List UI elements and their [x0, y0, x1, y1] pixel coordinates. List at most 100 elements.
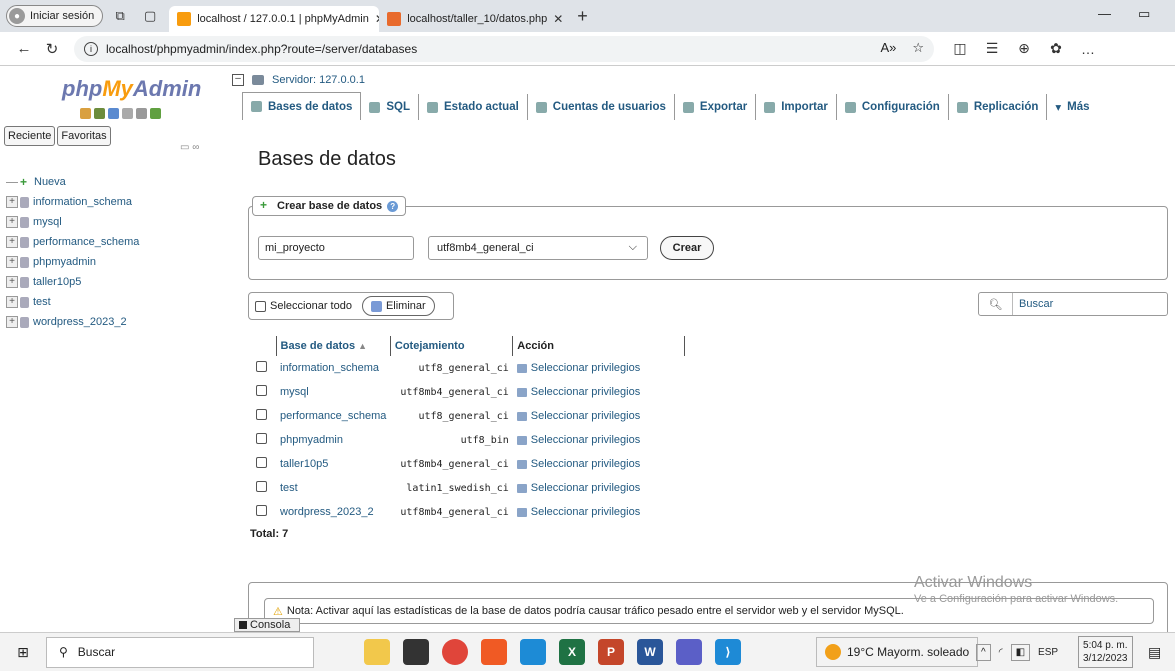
info-icon[interactable]: i [84, 41, 98, 56]
console-toggle[interactable]: Consola [234, 618, 300, 632]
wifi-icon[interactable]: ◜ [999, 647, 1003, 658]
more-icon[interactable]: … [1072, 41, 1104, 57]
favorites-button[interactable]: Favoritas [57, 126, 111, 146]
read-aloud-icon[interactable]: A» [880, 40, 896, 56]
tab-phpmyadmin[interactable]: localhost / 127.0.0.1 | phpMyAdmin ✕ [169, 6, 380, 32]
tab-more[interactable]: ▾ Más [1047, 94, 1097, 120]
privileges-link[interactable]: Seleccionar privilegios [513, 380, 685, 404]
close-tab-icon[interactable]: ✕ [553, 12, 563, 26]
new-tab-icon[interactable]: + [577, 6, 588, 27]
docs-icon[interactable] [122, 108, 133, 119]
chrome-icon[interactable] [442, 639, 468, 665]
tab-replication[interactable]: Replicación [949, 94, 1048, 120]
tab-sql[interactable]: SQL [361, 94, 420, 120]
excel-icon[interactable]: X [559, 639, 585, 665]
stats-note[interactable]: ⚠ Nota: Activar aquí las estadísticas de… [264, 598, 1154, 624]
notifications-icon[interactable]: ▤ [1148, 644, 1161, 661]
word-icon[interactable]: W [637, 639, 663, 665]
row-checkbox[interactable] [256, 457, 267, 468]
expand-icon[interactable]: + [6, 296, 18, 308]
collections-icon[interactable]: ⊕ [1008, 40, 1040, 57]
expand-icon[interactable]: + [6, 216, 18, 228]
language-indicator[interactable]: ESP [1038, 647, 1058, 658]
collapse-sidebar-icon[interactable]: – [232, 74, 244, 86]
row-checkbox[interactable] [256, 481, 267, 492]
tab-datos[interactable]: localhost/taller_10/datos.php ✕ [379, 6, 569, 32]
chevron-up-icon[interactable]: ^ [976, 643, 991, 661]
database-name-input[interactable]: mi_proyecto [258, 236, 414, 260]
phpmyadmin-logo[interactable]: phpMyAdmin [62, 76, 201, 102]
header-database[interactable]: Base de datos ▲ [275, 336, 391, 356]
clock[interactable]: 5:04 p. m. 3/12/2023 [1078, 636, 1133, 668]
tree-item-db[interactable]: + taller10p5 [6, 272, 139, 292]
create-button[interactable]: Crear [660, 236, 714, 260]
privileges-link[interactable]: Seleccionar privilegios [513, 404, 685, 428]
expand-icon[interactable]: + [6, 256, 18, 268]
select-all-checkbox[interactable] [255, 300, 266, 312]
edge-icon[interactable] [520, 639, 546, 665]
row-checkbox[interactable] [256, 385, 267, 396]
expand-icon[interactable]: + [6, 236, 18, 248]
tab-users[interactable]: Cuentas de usuarios [528, 94, 675, 120]
minimize-icon[interactable]: — [1098, 6, 1111, 21]
server-link[interactable]: Servidor: 127.0.0.1 [272, 74, 365, 86]
database-link[interactable]: information_schema [276, 356, 390, 380]
taskbar-search[interactable]: ⚲ Buscar [46, 636, 314, 668]
tab-settings[interactable]: Configuración [837, 94, 949, 120]
row-checkbox[interactable] [256, 361, 267, 372]
powerpoint-icon[interactable]: P [598, 639, 624, 665]
privileges-link[interactable]: Seleccionar privilegios [513, 476, 685, 500]
search-input[interactable]: Buscar [1013, 298, 1053, 310]
privileges-link[interactable]: Seleccionar privilegios [513, 428, 685, 452]
brave-icon[interactable] [481, 639, 507, 665]
privileges-link[interactable]: Seleccionar privilegios [513, 356, 685, 380]
reload-nav-icon[interactable] [150, 108, 161, 119]
privileges-link[interactable]: Seleccionar privilegios [513, 500, 685, 524]
tab-export[interactable]: Exportar [675, 94, 757, 120]
collections-icon[interactable]: ⧉ [107, 5, 133, 27]
restore-icon[interactable]: ▭ [1138, 6, 1150, 22]
recent-button[interactable]: Reciente [4, 126, 56, 146]
tree-item-db[interactable]: + performance_schema [6, 232, 139, 252]
teams-icon[interactable] [676, 639, 702, 665]
logout-icon[interactable] [94, 108, 105, 119]
privileges-link[interactable]: Seleccionar privilegios [513, 452, 685, 476]
select-all[interactable]: Seleccionar todo [255, 300, 352, 312]
database-link[interactable]: wordpress_2023_2 [276, 500, 390, 524]
filter-box[interactable]: 🔍︎ Buscar [978, 292, 1168, 316]
url-field[interactable]: i localhost/phpmyadmin/index.php?route=/… [74, 35, 934, 62]
tree-item-db[interactable]: + mysql [6, 212, 139, 232]
volume-icon[interactable]: ◧ [1010, 643, 1031, 661]
delete-button[interactable]: Eliminar [361, 296, 435, 316]
tree-item-new[interactable]: + Nueva [6, 172, 139, 192]
tab-status[interactable]: Estado actual [419, 94, 528, 120]
expand-icon[interactable]: + [6, 316, 18, 328]
tree-item-db[interactable]: + phpmyadmin [6, 252, 139, 272]
tab-import[interactable]: Importar [756, 94, 837, 120]
database-link[interactable]: test [276, 476, 390, 500]
tree-item-db[interactable]: + test [6, 292, 139, 312]
expand-icon[interactable]: + [6, 276, 18, 288]
reload-icon[interactable]: ↻ [38, 40, 66, 58]
tab-actions-icon[interactable]: ▢ [137, 5, 163, 27]
split-screen-icon[interactable]: ◫ [944, 40, 976, 57]
row-checkbox[interactable] [256, 505, 267, 516]
database-link[interactable]: taller10p5 [276, 452, 390, 476]
tree-item-db[interactable]: + information_schema [6, 192, 139, 212]
help-icon[interactable] [108, 108, 119, 119]
row-checkbox[interactable] [256, 433, 267, 444]
weather-widget[interactable]: 19°C Mayorm. soleado [816, 637, 979, 667]
favorite-star-icon[interactable]: ☆ [912, 40, 924, 56]
expand-icon[interactable]: + [6, 196, 18, 208]
vscode-icon[interactable]: ⟩ [715, 639, 741, 665]
store-icon[interactable] [403, 639, 429, 665]
settings-icon[interactable] [136, 108, 147, 119]
tab-databases[interactable]: Bases de datos [242, 92, 362, 120]
favorites-icon[interactable]: ☰ [976, 40, 1008, 57]
signin-button[interactable]: ● Iniciar sesión [6, 5, 104, 27]
database-link[interactable]: performance_schema [276, 404, 390, 428]
help-icon[interactable]: ? [387, 200, 399, 212]
back-icon[interactable]: ← [10, 40, 38, 57]
collation-select[interactable]: utf8mb4_general_ci ⌵ [428, 236, 648, 260]
database-link[interactable]: phpmyadmin [276, 428, 390, 452]
